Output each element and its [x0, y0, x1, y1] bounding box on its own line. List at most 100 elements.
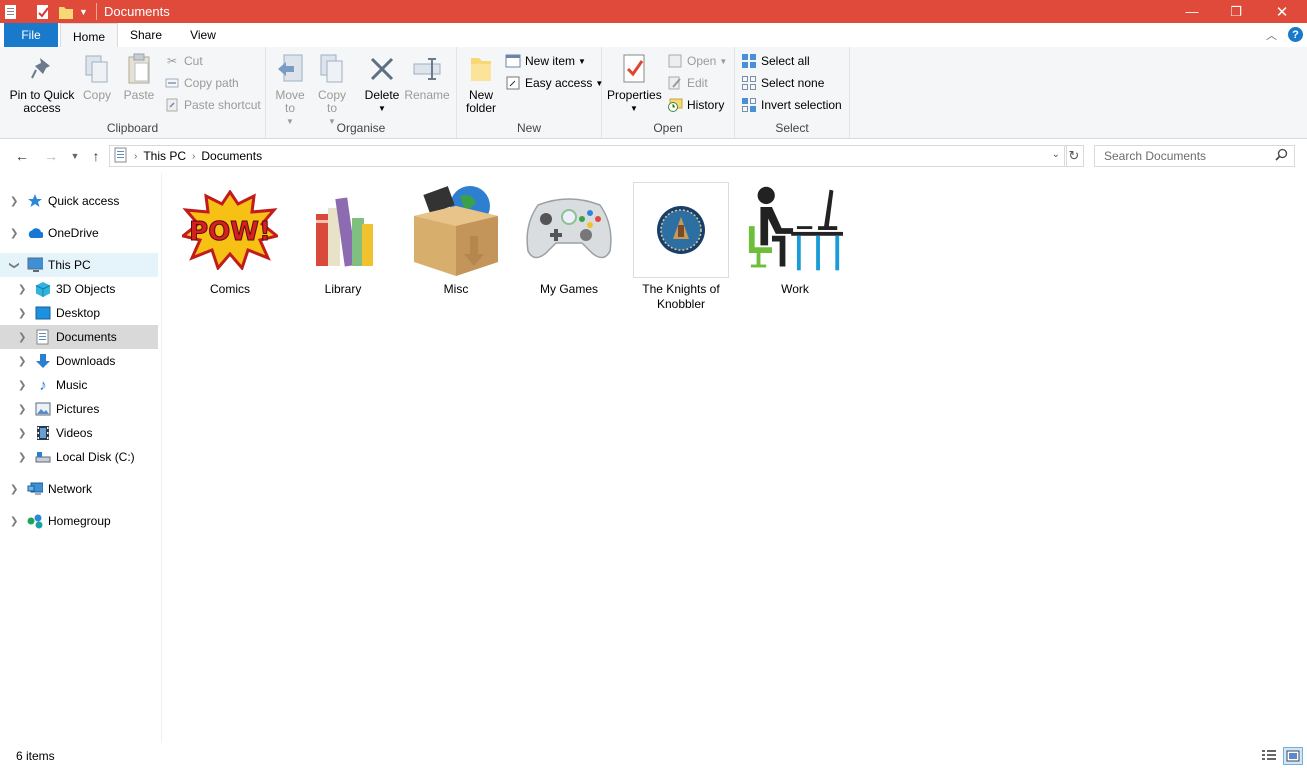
search-box[interactable]	[1094, 145, 1295, 167]
folder-item-work[interactable]: Work	[747, 182, 843, 297]
details-view-icon[interactable]	[1260, 747, 1278, 763]
expand-chevron-icon[interactable]: ❯	[18, 308, 26, 319]
cut-button[interactable]: ✂ Cut	[164, 52, 203, 70]
nav-downloads[interactable]: ❯ Downloads	[0, 349, 160, 373]
minimize-button[interactable]: —	[1169, 0, 1215, 23]
edit-label: Edit	[687, 76, 708, 90]
nav-pictures[interactable]: ❯ Pictures	[0, 397, 160, 421]
select-none-label: Select none	[761, 76, 825, 90]
forward-arrow-icon[interactable]: →	[42, 147, 60, 165]
expand-chevron-icon[interactable]: ❯	[18, 284, 26, 295]
select-none-button[interactable]: Select none	[741, 74, 824, 92]
folder-item-misc[interactable]: Misc	[408, 182, 504, 297]
recent-locations-icon[interactable]: ▼	[66, 147, 84, 165]
delete-button[interactable]: Delete ▼	[362, 53, 402, 115]
nav-this-pc[interactable]: ❯ This PC	[0, 253, 158, 277]
search-icon[interactable]	[1275, 148, 1288, 164]
history-button[interactable]: History	[667, 96, 724, 114]
paste-shortcut-button[interactable]: Paste shortcut	[164, 96, 261, 114]
nav-3d-objects[interactable]: ❯ 3D Objects	[0, 277, 160, 301]
customize-toolbar-icon[interactable]: ▼	[79, 3, 88, 20]
system-menu-icon[interactable]	[4, 3, 18, 20]
nav-onedrive-label: OneDrive	[48, 226, 99, 240]
nav-local-disk[interactable]: ❯ Local Disk (C:)	[0, 445, 160, 469]
expand-chevron-icon[interactable]: ❯	[10, 228, 18, 239]
history-label: History	[687, 98, 725, 112]
back-arrow-icon[interactable]: ←	[13, 147, 31, 165]
expand-chevron-icon[interactable]: ❯	[10, 484, 18, 495]
new-folder-button[interactable]: New folder	[463, 53, 499, 115]
nav-desktop[interactable]: ❯ Desktop	[0, 301, 160, 325]
documents-icon	[35, 329, 51, 345]
expand-chevron-icon[interactable]: ❯	[18, 356, 26, 367]
navigation-pane: ❯ Quick access ❯ OneDrive ❯ This PC ❯ 3D…	[0, 173, 162, 743]
edit-button[interactable]: Edit	[667, 74, 708, 92]
new-item-button[interactable]: New item ▼	[505, 52, 586, 70]
nav-local-disk-label: Local Disk (C:)	[56, 450, 135, 464]
expand-chevron-icon[interactable]: ❯	[18, 428, 26, 439]
easy-access-button[interactable]: Easy access ▼	[505, 74, 603, 92]
expand-chevron-icon[interactable]: ❯	[18, 380, 26, 391]
window-title: Documents	[104, 4, 170, 19]
expand-chevron-icon[interactable]: ❯	[10, 196, 18, 207]
search-input[interactable]	[1102, 148, 1276, 164]
breadcrumb-documents[interactable]: Documents	[201, 149, 262, 163]
nav-homegroup[interactable]: ❯ Homegroup	[0, 509, 160, 533]
copy-path-button[interactable]: Copy path	[164, 74, 239, 92]
invert-selection-icon	[741, 97, 757, 113]
open-group: Properties ▼ Open ▼ Edit History Open	[602, 47, 735, 138]
address-dropdown-icon[interactable]: ⌄	[1052, 149, 1060, 160]
breadcrumb-chevron-icon[interactable]: ›	[192, 151, 195, 162]
open-button[interactable]: Open ▼	[667, 52, 727, 70]
tab-file[interactable]: File	[4, 23, 58, 47]
pin-to-quick-access-button[interactable]: Pin to Quick access	[6, 53, 78, 115]
breadcrumb-this-pc[interactable]: This PC	[143, 149, 186, 163]
rename-button[interactable]: Rename	[404, 53, 450, 102]
nav-quick-access[interactable]: ❯ Quick access	[0, 189, 160, 213]
expand-chevron-icon[interactable]: ❯	[10, 516, 18, 527]
new-folder-quick-icon[interactable]	[58, 3, 74, 20]
minimize-ribbon-icon[interactable]: ︿	[1266, 27, 1277, 43]
download-arrow-icon	[35, 353, 51, 369]
tab-home[interactable]: Home	[60, 23, 118, 49]
nav-downloads-label: Downloads	[56, 354, 116, 368]
tab-view[interactable]: View	[176, 23, 230, 47]
clipboard-group: Pin to Quick access Copy Paste ✂ Cut Copy…	[0, 47, 266, 138]
nav-documents[interactable]: ❯ Documents	[0, 325, 158, 349]
properties-quick-icon[interactable]	[35, 3, 51, 20]
nav-network[interactable]: ❯ Network	[0, 477, 160, 501]
refresh-icon[interactable]: ↻	[1064, 145, 1084, 167]
close-button[interactable]: ✕	[1259, 0, 1305, 23]
cloud-icon	[27, 225, 43, 241]
expand-chevron-icon[interactable]: ❯	[18, 404, 26, 415]
tab-share[interactable]: Share	[118, 23, 174, 47]
folder-item-knights-of-knobbler[interactable]: The Knights of Knobbler	[633, 182, 729, 312]
breadcrumb-chevron-icon[interactable]: ›	[134, 151, 137, 162]
scissors-icon: ✂	[166, 54, 178, 68]
invert-selection-button[interactable]: Invert selection	[741, 96, 842, 114]
ribbon-tabs: File Home Share View ︿ ?	[0, 23, 1307, 49]
address-field[interactable]: › This PC › Documents ⌄	[109, 145, 1067, 167]
up-arrow-icon[interactable]: ↑	[87, 147, 105, 165]
collapse-chevron-icon[interactable]: ❯	[9, 261, 20, 269]
expand-chevron-icon[interactable]: ❯	[18, 332, 26, 343]
large-icons-view-icon[interactable]	[1283, 747, 1303, 765]
help-icon[interactable]: ?	[1288, 27, 1303, 42]
paste-button[interactable]: Paste	[120, 53, 158, 102]
move-to-button[interactable]: Move to ▼	[272, 53, 308, 128]
maximize-button[interactable]: ❐	[1213, 0, 1259, 23]
folder-name: Work	[781, 282, 809, 296]
folder-item-library[interactable]: Library	[295, 182, 391, 297]
nav-videos[interactable]: ❯ Videos	[0, 421, 160, 445]
copy-button[interactable]: Copy	[80, 53, 114, 102]
properties-button[interactable]: Properties ▼	[607, 53, 662, 115]
copy-to-button[interactable]: Copy to ▼	[314, 53, 350, 128]
select-all-button[interactable]: Select all	[741, 52, 810, 70]
nav-music[interactable]: ❯ ♪ Music	[0, 373, 160, 397]
folder-item-comics[interactable]: POW! Comics	[182, 182, 278, 297]
expand-chevron-icon[interactable]: ❯	[18, 452, 26, 463]
nav-onedrive[interactable]: ❯ OneDrive	[0, 221, 160, 245]
folder-item-my-games[interactable]: My Games	[521, 182, 617, 297]
properties-icon	[618, 53, 650, 85]
star-icon	[27, 193, 43, 209]
